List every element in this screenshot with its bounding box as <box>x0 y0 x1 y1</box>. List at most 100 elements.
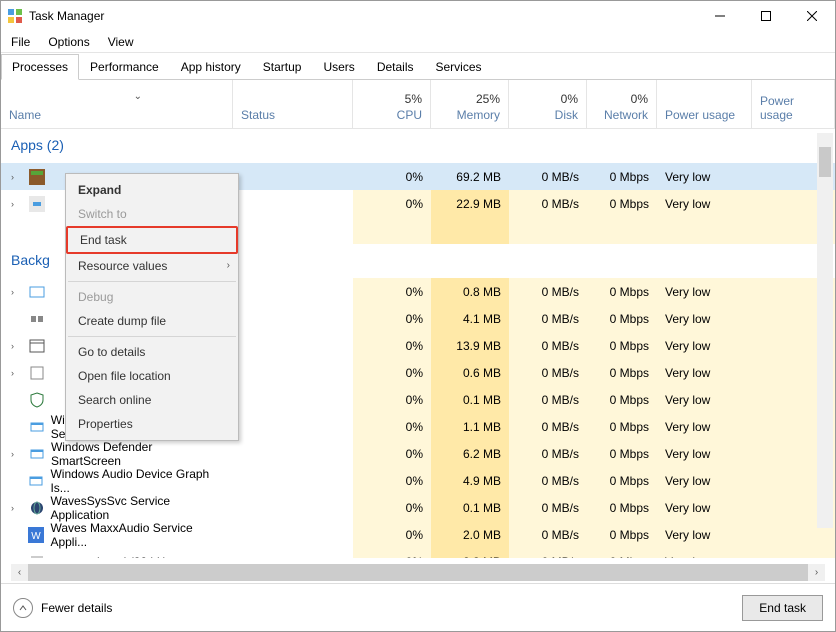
menu-view[interactable]: View <box>108 35 134 49</box>
header-cpu[interactable]: 5%CPU <box>353 80 431 128</box>
context-create-dump[interactable]: Create dump file <box>66 309 238 333</box>
separator <box>68 336 236 337</box>
cell-network: 0 Mbps <box>587 413 657 440</box>
header-power2[interactable]: Power usage <box>752 80 835 128</box>
column-headers: ⌄ Name Status 5%CPU 25%Memory 0%Disk 0%N… <box>1 80 835 128</box>
cell-cpu: 0% <box>353 494 431 521</box>
app-icon <box>7 8 23 24</box>
context-resource-values[interactable]: Resource values› <box>66 254 238 278</box>
cell-memory: 13.9 MB <box>431 332 509 359</box>
process-icon <box>29 392 45 408</box>
chevron-right-icon: › <box>227 260 230 271</box>
header-disk[interactable]: 0%Disk <box>509 80 587 128</box>
scroll-right-icon[interactable]: › <box>808 564 825 581</box>
chevron-right-icon[interactable]: › <box>11 368 25 378</box>
cell-disk: 0 MB/s <box>509 278 587 305</box>
chevron-down-icon: ⌄ <box>134 91 142 102</box>
context-expand[interactable]: Expand <box>66 178 238 202</box>
cell-cpu: 0% <box>353 413 431 440</box>
cell-memory: 0.1 MB <box>431 494 509 521</box>
process-icon <box>29 338 45 354</box>
table-row[interactable]: › WavesSysSvc Service Application 0% 0.1… <box>1 494 835 521</box>
process-icon: W <box>28 527 44 543</box>
cell-memory: 4.9 MB <box>431 467 509 494</box>
tab-users[interactable]: Users <box>312 54 365 80</box>
minimize-button[interactable] <box>697 1 743 31</box>
tab-startup[interactable]: Startup <box>252 54 313 80</box>
group-apps[interactable]: Apps (2) <box>1 129 835 163</box>
cell-power: Very low <box>657 413 752 440</box>
tab-app-history[interactable]: App history <box>170 54 252 80</box>
cell-cpu: 0% <box>353 305 431 332</box>
cell-cpu: 0% <box>353 386 431 413</box>
cell-disk: 0 MB/s <box>509 190 587 217</box>
table-row[interactable]: › W Waves MaxxAudio Service Appli... 0% … <box>1 521 835 548</box>
end-task-button[interactable]: End task <box>742 595 823 621</box>
chevron-right-icon[interactable]: › <box>11 172 25 182</box>
cell-cpu: 0% <box>353 163 431 190</box>
cell-disk: 0 MB/s <box>509 548 587 558</box>
cell-memory: 0.1 MB <box>431 386 509 413</box>
chevron-up-icon <box>19 604 27 612</box>
context-menu: Expand Switch to End task Resource value… <box>65 173 239 441</box>
context-search-online[interactable]: Search online <box>66 388 238 412</box>
cell-disk: 0 MB/s <box>509 413 587 440</box>
menu-options[interactable]: Options <box>48 35 89 49</box>
process-name: Windows Audio Device Graph Is... <box>50 467 225 495</box>
chevron-right-icon[interactable]: › <box>11 287 25 297</box>
cell-network: 0 Mbps <box>587 305 657 332</box>
header-name[interactable]: ⌄ Name <box>1 80 233 128</box>
cell-memory: 4.1 MB <box>431 305 509 332</box>
scrollbar-track[interactable] <box>28 564 808 581</box>
process-icon <box>29 365 45 381</box>
tab-services[interactable]: Services <box>425 54 493 80</box>
fewer-details-label[interactable]: Fewer details <box>41 601 112 615</box>
context-go-to-details[interactable]: Go to details <box>66 340 238 364</box>
header-memory[interactable]: 25%Memory <box>431 80 509 128</box>
cell-network: 0 Mbps <box>587 359 657 386</box>
cell-cpu: 0% <box>353 278 431 305</box>
menu-file[interactable]: File <box>11 35 30 49</box>
header-network[interactable]: 0%Network <box>587 80 657 128</box>
process-icon <box>29 311 45 327</box>
cell-network: 0 Mbps <box>587 467 657 494</box>
tab-details[interactable]: Details <box>366 54 425 80</box>
chevron-right-icon[interactable]: › <box>11 341 25 351</box>
header-power[interactable]: Power usage <box>657 80 752 128</box>
cell-disk: 0 MB/s <box>509 386 587 413</box>
table-row[interactable]: › Windows Defender SmartScreen 0% 6.2 MB… <box>1 440 835 467</box>
cell-cpu: 0% <box>353 359 431 386</box>
vertical-scrollbar[interactable] <box>817 133 833 528</box>
cell-power: Very low <box>657 521 752 548</box>
header-status[interactable]: Status <box>233 80 353 128</box>
cell-memory: 2.0 MB <box>431 521 509 548</box>
scroll-left-icon[interactable]: ‹ <box>11 564 28 581</box>
cell-power: Very low <box>657 332 752 359</box>
cell-power: Very low <box>657 359 752 386</box>
context-end-task[interactable]: End task <box>66 226 238 254</box>
context-properties[interactable]: Properties <box>66 412 238 436</box>
scrollbar-thumb[interactable] <box>819 147 831 177</box>
cell-power: Very low <box>657 386 752 413</box>
cell-power: Very low <box>657 163 752 190</box>
context-switch-to[interactable]: Switch to <box>66 202 238 226</box>
close-button[interactable] <box>789 1 835 31</box>
menubar: File Options View <box>1 31 835 53</box>
cell-cpu: 0% <box>353 548 431 558</box>
chevron-right-icon[interactable]: › <box>11 449 25 459</box>
table-row[interactable]: › Windows Audio Device Graph Is... 0% 4.… <box>1 467 835 494</box>
cell-power: Very low <box>657 278 752 305</box>
cell-memory: 6.2 MB <box>431 440 509 467</box>
chevron-right-icon[interactable]: › <box>11 503 25 513</box>
fewer-details-toggle[interactable] <box>13 598 33 618</box>
maximize-button[interactable] <box>743 1 789 31</box>
cell-network: 0 Mbps <box>587 332 657 359</box>
horizontal-scrollbar[interactable]: ‹ › <box>11 564 825 581</box>
context-debug[interactable]: Debug <box>66 285 238 309</box>
table-row[interactable]: › vmware-hostd (32 bit) 0% 2.3 MB 0 MB/s… <box>1 548 835 558</box>
process-icon <box>29 169 45 185</box>
context-open-file-location[interactable]: Open file location <box>66 364 238 388</box>
tab-processes[interactable]: Processes <box>1 54 79 80</box>
tab-performance[interactable]: Performance <box>79 54 170 80</box>
chevron-right-icon[interactable]: › <box>11 199 25 209</box>
